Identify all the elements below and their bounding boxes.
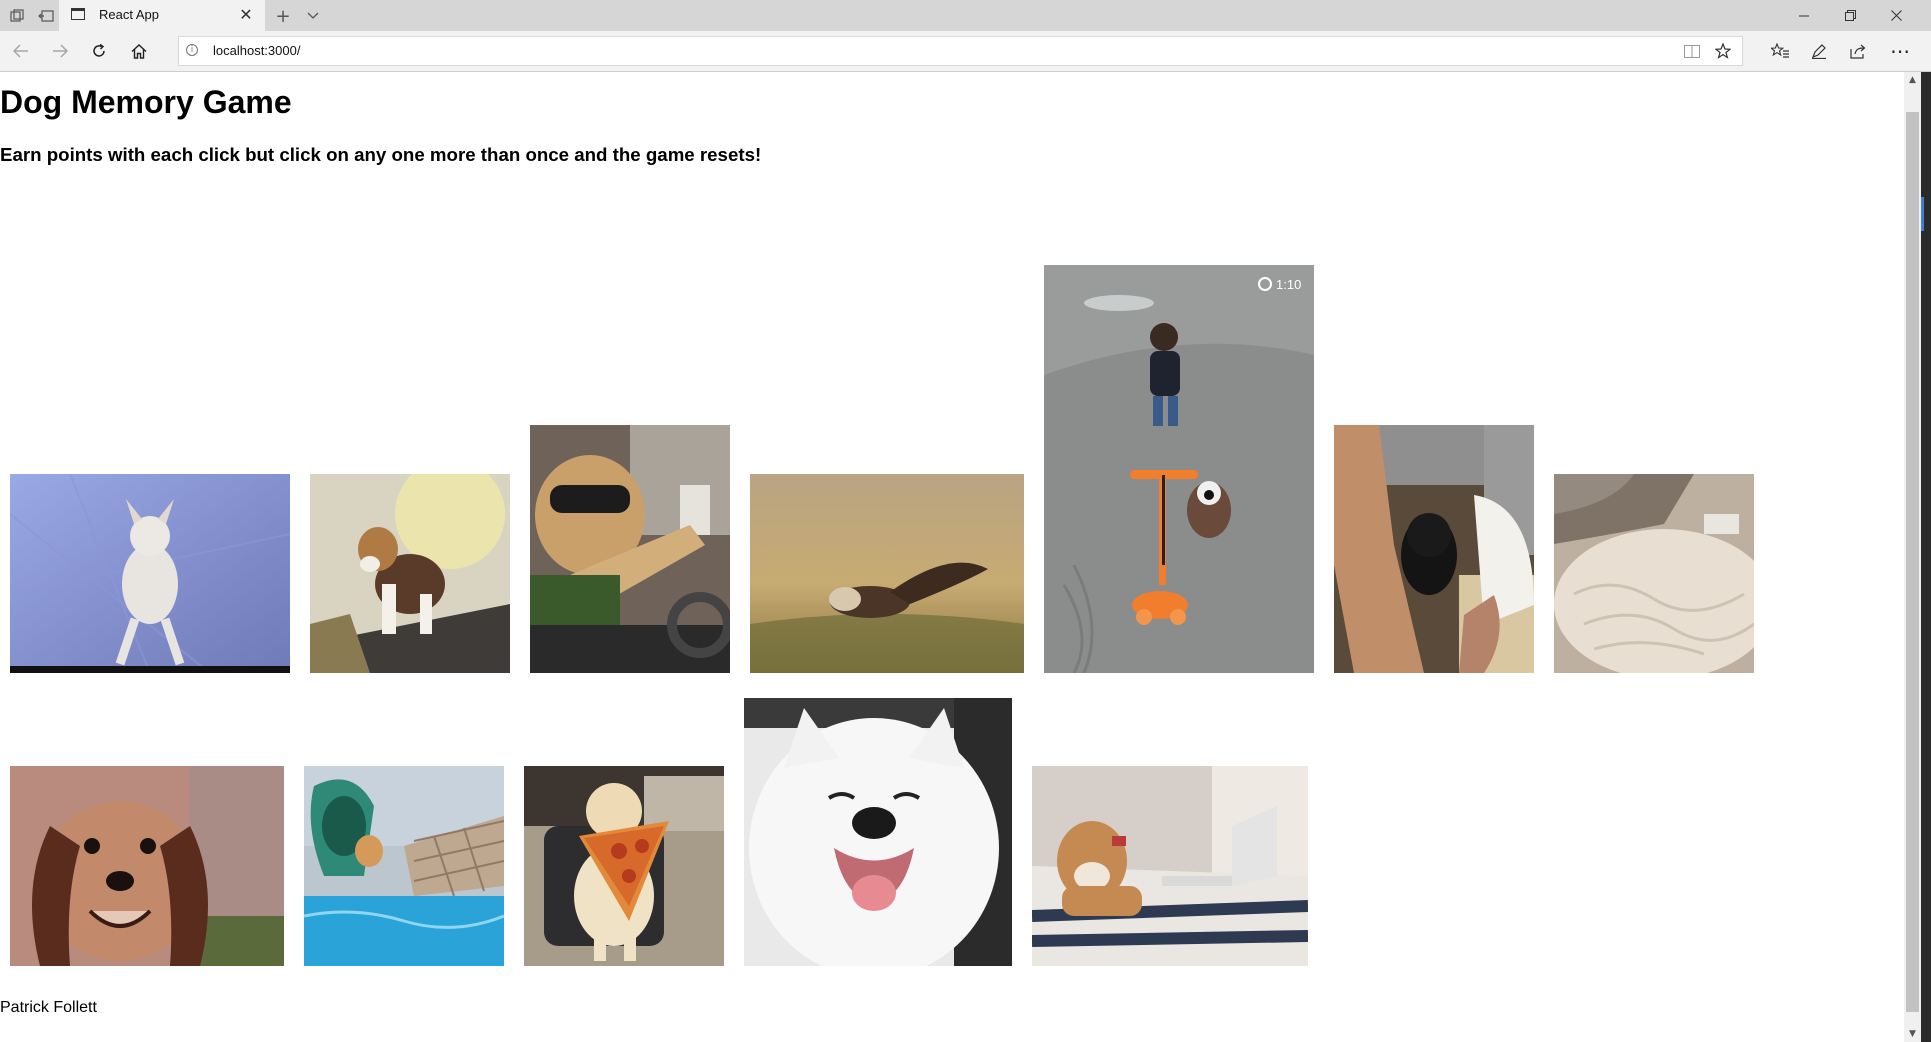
scrollbar-thumb[interactable] (1906, 112, 1919, 1012)
address-bar[interactable]: i localhost:3000/ (178, 36, 1743, 66)
back-arrow-icon[interactable] (5, 37, 37, 65)
scroll-up-arrow-icon[interactable]: ▲ (1904, 72, 1921, 88)
vertical-scrollbar[interactable]: ▲ ▼ (1904, 72, 1921, 1042)
restore-icon[interactable] (1827, 0, 1873, 31)
new-tab-icon[interactable]: + (270, 4, 296, 28)
tab-list-chevron-icon[interactable] (300, 4, 326, 28)
page-subtitle: Earn points with each click but click on… (0, 144, 762, 165)
edge-accent (1921, 197, 1924, 231)
url-text: localhost:3000/ (213, 43, 301, 58)
dog-image-samoyed[interactable] (744, 698, 1012, 966)
page-content: Dog Memory Game Earn points with each cl… (0, 72, 1904, 1042)
browser-navbar: i localhost:3000/ ⋯ (0, 31, 1931, 72)
video-timestamp-overlay: 1:10 (1276, 277, 1301, 292)
web-note-pen-icon[interactable] (1803, 37, 1835, 65)
browser-tab[interactable]: React App ✕ (59, 0, 265, 31)
page-title: Dog Memory Game (0, 84, 292, 120)
dog-image-chihuahua-dancing[interactable] (10, 474, 290, 673)
more-options-icon[interactable]: ⋯ (1884, 37, 1916, 65)
dog-image-golden-driving[interactable] (530, 425, 730, 673)
home-icon[interactable] (123, 37, 155, 65)
share-icon[interactable] (1842, 37, 1874, 65)
reading-view-icon[interactable] (1678, 39, 1706, 63)
close-tab-icon[interactable]: ✕ (235, 4, 257, 26)
dog-image-beagle-treadmill[interactable] (310, 474, 510, 673)
dog-image-toddler-scooter-dog[interactable]: 1:10 (1044, 265, 1314, 673)
dog-image-shiba-laptop[interactable] (1032, 766, 1308, 966)
window-edge (1921, 72, 1931, 1042)
dog-image-black-dog-kitchen[interactable] (1334, 425, 1534, 673)
close-window-icon[interactable] (1873, 0, 1919, 31)
favorite-star-icon[interactable] (1709, 39, 1737, 63)
forward-arrow-icon[interactable] (44, 37, 76, 65)
tab-title: React App (99, 7, 159, 22)
refresh-icon[interactable] (83, 37, 115, 65)
dog-image-pizza-bib[interactable] (524, 766, 724, 966)
dog-image-dachshund-smiling[interactable] (10, 766, 284, 966)
tab-actions-icon[interactable] (4, 4, 30, 28)
minimize-icon[interactable] (1781, 0, 1827, 31)
page-icon (71, 8, 85, 20)
set-tabs-aside-icon[interactable] (33, 4, 59, 28)
favorites-list-icon[interactable] (1764, 37, 1796, 65)
scroll-down-arrow-icon[interactable]: ▼ (1904, 1026, 1921, 1042)
dog-image-basset-running[interactable] (750, 474, 1024, 673)
dog-image-pool-slide[interactable] (304, 766, 504, 966)
footer-author: Patrick Follett (0, 999, 97, 1016)
browser-titlebar: React App ✕ + (0, 0, 1931, 31)
site-info-icon[interactable]: i (186, 44, 198, 56)
dog-image-fluffy-rug[interactable] (1554, 474, 1754, 673)
